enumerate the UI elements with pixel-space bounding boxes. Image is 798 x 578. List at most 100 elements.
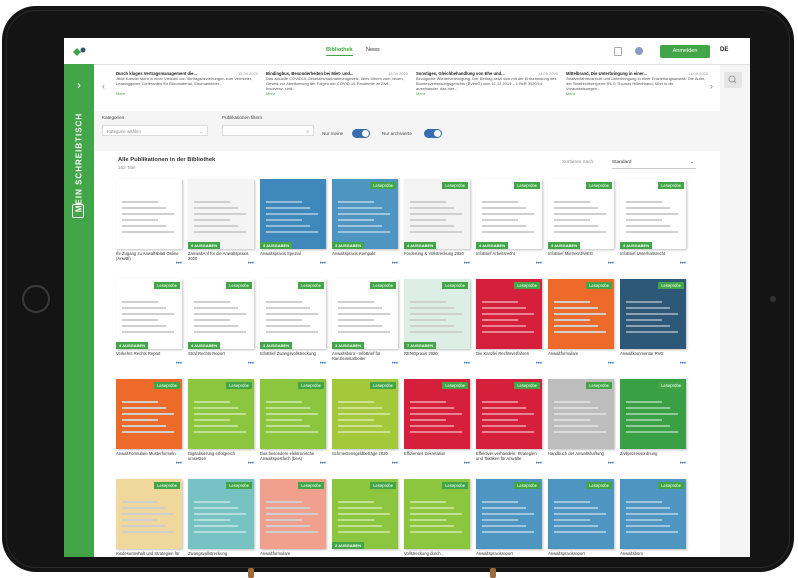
publication-cover[interactable]: Leseprobe (620, 479, 686, 549)
publication-cover[interactable]: Leseprobe (476, 479, 542, 549)
language-select[interactable]: DE (720, 47, 728, 53)
share-icon[interactable] (614, 47, 622, 56)
publication-card[interactable]: LeseprobeAnwaltformulare••• (548, 279, 614, 367)
publication-card[interactable]: Leseprobe 7 AUSGABEN RENOpraxis 2020 ••• (404, 279, 470, 367)
more-options-icon[interactable]: ••• (608, 261, 614, 267)
news-more-link[interactable]: Mehr (266, 91, 275, 96)
publication-card[interactable]: Leseprobe AnwaltFormulare Musterformeln ••… (116, 379, 182, 467)
publication-cover[interactable]: Leseprobe 3 AUSGABEN (548, 179, 614, 249)
publication-card[interactable]: Leseprobe 4 AUSGABEN InfoBrief Arbeitsrech… (476, 179, 542, 267)
more-options-icon[interactable]: ••• (464, 361, 470, 367)
publication-card[interactable]: Leseprobe 3 AUSGABEN InfoBrief Unterhaltsr… (620, 179, 686, 267)
publication-card[interactable]: LeseprobeAnwaltformulare••• (260, 479, 326, 557)
news-item[interactable]: Mittelbrand, Die Unterbringung in einer.… (566, 71, 708, 105)
login-button[interactable]: Anmelden (660, 45, 710, 58)
publication-card[interactable]: Leseprobe Digitalisierung erfolgreich ums… (188, 379, 254, 467)
publication-cover[interactable]: 9 AUSGABEN (188, 179, 254, 249)
more-options-icon[interactable]: ••• (608, 361, 614, 367)
publication-cover[interactable]: Leseprobe (476, 279, 542, 349)
publication-card[interactable]: Leseprobe Das besondere elektronische Anw… (260, 379, 326, 467)
search-icon[interactable] (724, 72, 742, 88)
publication-cover[interactable]: Leseprobe (116, 479, 182, 549)
news-item[interactable]: Sonstiges, Gleichbehandlung von Ehe und.… (416, 71, 558, 105)
more-options-icon[interactable]: ••• (536, 261, 542, 267)
publication-cover[interactable]: Leseprobe (116, 379, 182, 449)
publication-card[interactable]: Leseprobe Die Kanzlei Rechtsverfahren ••• (476, 279, 542, 367)
publication-card[interactable]: Leseprobe Effektiver verhandeln: Strategi… (476, 379, 542, 467)
publication-cover[interactable]: Leseprobe (188, 479, 254, 549)
publication-card[interactable]: LeseprobeAnwaltspraxisreport••• (476, 479, 542, 557)
publication-cover[interactable]: Leseprobe (620, 379, 686, 449)
publication-cover[interactable]: Leseprobe (548, 279, 614, 349)
more-options-icon[interactable]: ••• (680, 461, 686, 467)
publication-cover[interactable]: Leseprobe 4 AUSGABEN (476, 179, 542, 249)
more-options-icon[interactable]: ••• (392, 261, 398, 267)
publication-card[interactable]: Leseprobe Zivilprozessordnung ••• (620, 379, 686, 467)
publication-card[interactable]: Leseprobe Effizientes Sekretariat ••• (404, 379, 470, 467)
publication-card[interactable]: LeseprobeVollstreckung durch...••• (404, 479, 470, 557)
publication-cover[interactable]: Leseprobe 2 AUSGABEN (332, 479, 398, 549)
publication-card[interactable]: Leseprobe Anwaltkommentar RVG ••• (620, 279, 686, 367)
news-item[interactable]: Bindingbus, Besonderheiten bei Miet- und… (266, 71, 408, 105)
more-options-icon[interactable]: ••• (536, 461, 542, 467)
publication-card[interactable]: Leseprobe 4 AUSGABEN Straf Rechts Report ••… (188, 279, 254, 367)
more-options-icon[interactable]: ••• (680, 261, 686, 267)
news-more-link[interactable]: Mehr (116, 91, 125, 96)
publication-cover[interactable]: Leseprobe (260, 479, 326, 549)
more-options-icon[interactable]: ••• (176, 261, 182, 267)
more-options-icon[interactable]: ••• (392, 361, 398, 367)
chevron-right-icon[interactable]: › (710, 81, 713, 91)
news-more-link[interactable]: Mehr (566, 91, 575, 96)
more-options-icon[interactable]: ••• (176, 461, 182, 467)
chevron-left-icon[interactable]: ‹ (102, 81, 105, 91)
publication-card[interactable]: LeseprobeAnwaltspraxisreport••• (548, 479, 614, 557)
publication-card[interactable]: 3 AUSGABEN Anwaltspraxis Spezial ••• (260, 179, 326, 267)
publication-cover[interactable]: Leseprobe (404, 479, 470, 549)
publication-cover[interactable]: Leseprobe (332, 379, 398, 449)
tab-bibliothek[interactable]: Bibliothek (326, 47, 353, 56)
more-options-icon[interactable]: ••• (320, 361, 326, 367)
news-more-link[interactable]: Mehr (416, 91, 425, 96)
publication-cover[interactable]: Leseprobe (548, 379, 614, 449)
more-options-icon[interactable]: ••• (608, 461, 614, 467)
more-options-icon[interactable]: ••• (536, 361, 542, 367)
more-options-icon[interactable]: ••• (320, 461, 326, 467)
desk-sidebar[interactable]: › MEIN SCHREIBTISCH (64, 38, 94, 557)
publication-cover[interactable]: Leseprobe (620, 279, 686, 349)
publication-card[interactable]: Leseprobe2 AUSGABEN••• (332, 479, 398, 557)
publication-card[interactable]: LeseprobeAnwaltsbüro••• (620, 479, 686, 557)
more-options-icon[interactable]: ••• (320, 261, 326, 267)
chevron-right-icon[interactable]: › (64, 78, 94, 92)
publication-cover[interactable]: Leseprobe 4 AUSGABEN (116, 279, 182, 349)
more-options-icon[interactable]: ••• (248, 361, 254, 367)
publication-cover[interactable]: Leseprobe 7 AUSGABEN (404, 279, 470, 349)
publication-cover[interactable] (116, 179, 182, 249)
home-button[interactable] (22, 285, 50, 313)
publication-cover[interactable]: Leseprobe 3 AUSGABEN (260, 279, 326, 349)
desk-icon[interactable] (72, 204, 84, 218)
more-options-icon[interactable]: ••• (392, 461, 398, 467)
publication-filter-input[interactable]: ⌕ (222, 125, 314, 136)
publication-cover[interactable]: Leseprobe (260, 379, 326, 449)
category-select[interactable]: Kategorie wählen ⌄ (102, 125, 208, 136)
publication-cover[interactable]: 3 AUSGABEN (260, 179, 326, 249)
publication-card[interactable]: Leseprobe Handbuch der Anwaltshaftung ••• (548, 379, 614, 467)
news-item[interactable]: Durch kluges Vertragsmanagement die... 1… (116, 71, 258, 105)
publication-cover[interactable]: Leseprobe (476, 379, 542, 449)
publication-card[interactable]: Leseprobe 4 AUSGABEN Verkehrs Rechts Repor… (116, 279, 182, 367)
publication-cover[interactable]: Leseprobe (404, 379, 470, 449)
publication-cover[interactable]: Leseprobe 3 AUSGABEN (332, 279, 398, 349)
more-options-icon[interactable]: ••• (464, 461, 470, 467)
publication-cover[interactable]: Leseprobe 4 AUSGABEN (188, 279, 254, 349)
publication-card[interactable]: Leseprobe 4 AUSGABEN Forderung & Vollstrec… (404, 179, 470, 267)
publication-cover[interactable]: Leseprobe (548, 479, 614, 549)
publication-card[interactable]: Leseprobe 3 AUSGABEN InfoBrief Mietrecht/W… (548, 179, 614, 267)
publication-cover[interactable]: Leseprobe 3 AUSGABEN (620, 179, 686, 249)
help-icon[interactable] (635, 47, 643, 55)
tab-news[interactable]: News (366, 47, 380, 53)
more-options-icon[interactable]: ••• (248, 261, 254, 267)
more-options-icon[interactable]: ••• (464, 261, 470, 267)
publication-card[interactable]: Leseprobe 3 AUSGABEN Anwaltsbüro - InfoBri… (332, 279, 398, 367)
publication-cover[interactable]: Leseprobe 3 AUSGABEN (332, 179, 398, 249)
publication-cover[interactable]: Leseprobe 4 AUSGABEN (404, 179, 470, 249)
